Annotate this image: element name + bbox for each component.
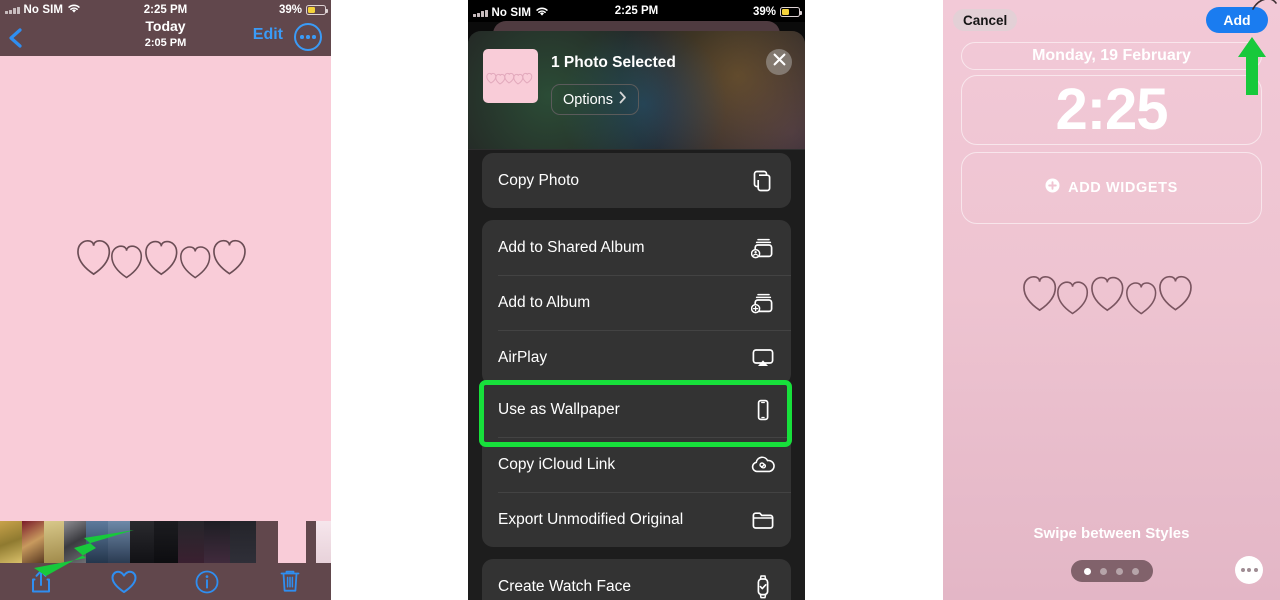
screenshot-stage: No SIM 2:25 PM 39% Today 2:05 PM Edit No… — [0, 0, 1280, 600]
filmstrip-thumb[interactable] — [154, 521, 178, 563]
favorite-button[interactable] — [83, 563, 166, 600]
share-menu-group: Copy Photo — [482, 153, 791, 208]
share-button[interactable] — [0, 563, 83, 600]
hearts-graphic — [0, 236, 331, 284]
share-menu-group: Use as Wallpaper Copy iCloud Link Export… — [482, 382, 791, 547]
filmstrip-thumb[interactable] — [108, 521, 130, 563]
menu-item-label: Create Watch Face — [498, 577, 631, 595]
lockscreen-time: 2:25 — [1055, 77, 1168, 142]
add-widgets-label: ADD WIDGETS — [1068, 180, 1178, 196]
delete-button[interactable] — [248, 563, 331, 600]
options-button[interactable]: Options — [551, 84, 639, 115]
menu-item-label: Copy iCloud Link — [498, 455, 616, 473]
ellipsis-circle-icon[interactable] — [294, 23, 322, 51]
filmstrip-thumb[interactable] — [178, 521, 204, 563]
wallpaper-preview-panel: Cancel Add Monday, 19 February 2:25 ADD … — [943, 0, 1280, 600]
photos-viewer-panel: No SIM 2:25 PM 39% Today 2:05 PM Edit — [0, 0, 331, 600]
share-menu-group: Create Watch Face — [482, 559, 791, 600]
status-bar: No SIM 2:25 PM 39% — [468, 0, 805, 22]
photos-nav-bar: Today 2:05 PM Edit — [0, 18, 331, 56]
filmstrip-thumb[interactable] — [64, 521, 86, 563]
copy-icon — [749, 167, 777, 195]
menu-item-airplay[interactable]: AirPlay — [482, 330, 791, 385]
pager-dot[interactable] — [1100, 567, 1107, 575]
share-sheet-panel: No SIM 2:25 PM 39% 1 Photo Selected Opti… — [468, 0, 805, 600]
battery-percent-label: 39% — [278, 4, 302, 16]
menu-item-add-to-album[interactable]: Add to Album — [482, 275, 791, 330]
watch-icon — [749, 573, 777, 600]
add-to-album-icon — [749, 289, 777, 317]
filmstrip-thumb[interactable] — [204, 521, 230, 563]
menu-item-label: Add to Shared Album — [498, 238, 645, 256]
menu-item-label: Use as Wallpaper — [498, 400, 620, 418]
pager-dot[interactable] — [1116, 567, 1123, 575]
filmstrip-thumb[interactable] — [86, 521, 108, 563]
filmstrip-thumb[interactable] — [44, 521, 64, 563]
iphone-icon — [749, 396, 777, 424]
edit-button[interactable]: Edit — [253, 26, 283, 44]
lockscreen-date: Monday, 19 February — [1032, 47, 1191, 64]
selection-count-label: 1 Photo Selected — [551, 54, 676, 71]
status-bar-right: 39% — [752, 6, 802, 18]
add-button[interactable]: Add — [1206, 7, 1268, 33]
menu-item-label: Add to Album — [498, 293, 591, 311]
menu-item-export-unmodified-original[interactable]: Export Unmodified Original — [482, 492, 791, 547]
menu-item-copy-icloud-link[interactable]: Copy iCloud Link — [482, 437, 791, 492]
swipe-hint-label: Swipe between Styles — [1033, 525, 1190, 542]
share-sheet-header: 1 Photo Selected Options — [468, 31, 805, 150]
share-menu-group: Add to Shared Album Add to Album AirPlay — [482, 220, 791, 385]
cancel-button[interactable]: Cancel — [953, 9, 1018, 31]
share-sheet: 1 Photo Selected Options Copy Photo Add … — [468, 31, 805, 600]
filmstrip-thumb[interactable] — [0, 521, 22, 563]
status-bar-right: 39% — [278, 4, 328, 16]
lockscreen-date-field[interactable]: Monday, 19 February — [961, 42, 1262, 70]
filmstrip-thumb-current[interactable] — [278, 521, 306, 563]
menu-item-label: Copy Photo — [498, 171, 579, 189]
options-label: Options — [563, 91, 613, 108]
wallpaper-hearts-graphic — [943, 272, 1280, 320]
photo-filmstrip[interactable] — [0, 521, 331, 563]
menu-item-create-watch-face[interactable]: Create Watch Face — [482, 559, 791, 600]
pager-dot[interactable] — [1084, 567, 1091, 575]
plus-circle-icon — [1045, 178, 1060, 198]
style-pager[interactable] — [1070, 560, 1153, 582]
cloud-link-icon — [749, 451, 777, 479]
info-button[interactable] — [166, 563, 249, 600]
photo-canvas[interactable] — [0, 56, 331, 521]
menu-item-label: Export Unmodified Original — [498, 510, 684, 528]
filmstrip-gap — [256, 521, 278, 563]
airplay-icon — [749, 344, 777, 372]
menu-item-label: AirPlay — [498, 348, 548, 366]
shared-album-icon — [749, 234, 777, 262]
battery-icon — [306, 5, 328, 15]
pager-dot[interactable] — [1132, 567, 1139, 575]
battery-icon — [780, 7, 802, 17]
close-button[interactable] — [766, 49, 792, 75]
menu-item-use-as-wallpaper[interactable]: Use as Wallpaper — [482, 382, 791, 437]
battery-percent-label: 39% — [752, 6, 776, 18]
filmstrip-thumb[interactable] — [230, 521, 256, 563]
selected-photo-thumbnail[interactable] — [483, 49, 538, 103]
close-x-icon — [773, 53, 786, 71]
chevron-right-icon — [619, 91, 627, 108]
menu-item-copy-photo[interactable]: Copy Photo — [482, 153, 791, 208]
filmstrip-thumb[interactable] — [316, 521, 331, 563]
filmstrip-gap — [306, 521, 316, 563]
filmstrip-thumb[interactable] — [130, 521, 154, 563]
folder-icon — [749, 506, 777, 534]
lockscreen-time-field[interactable]: 2:25 — [961, 75, 1262, 145]
add-widgets-button[interactable]: ADD WIDGETS — [961, 152, 1262, 224]
filmstrip-thumb[interactable] — [22, 521, 44, 563]
status-bar: No SIM 2:25 PM 39% — [0, 0, 331, 20]
photo-action-toolbar — [0, 563, 331, 600]
menu-item-add-to-shared-album[interactable]: Add to Shared Album — [482, 220, 791, 275]
ellipsis-icon[interactable] — [1235, 556, 1263, 584]
